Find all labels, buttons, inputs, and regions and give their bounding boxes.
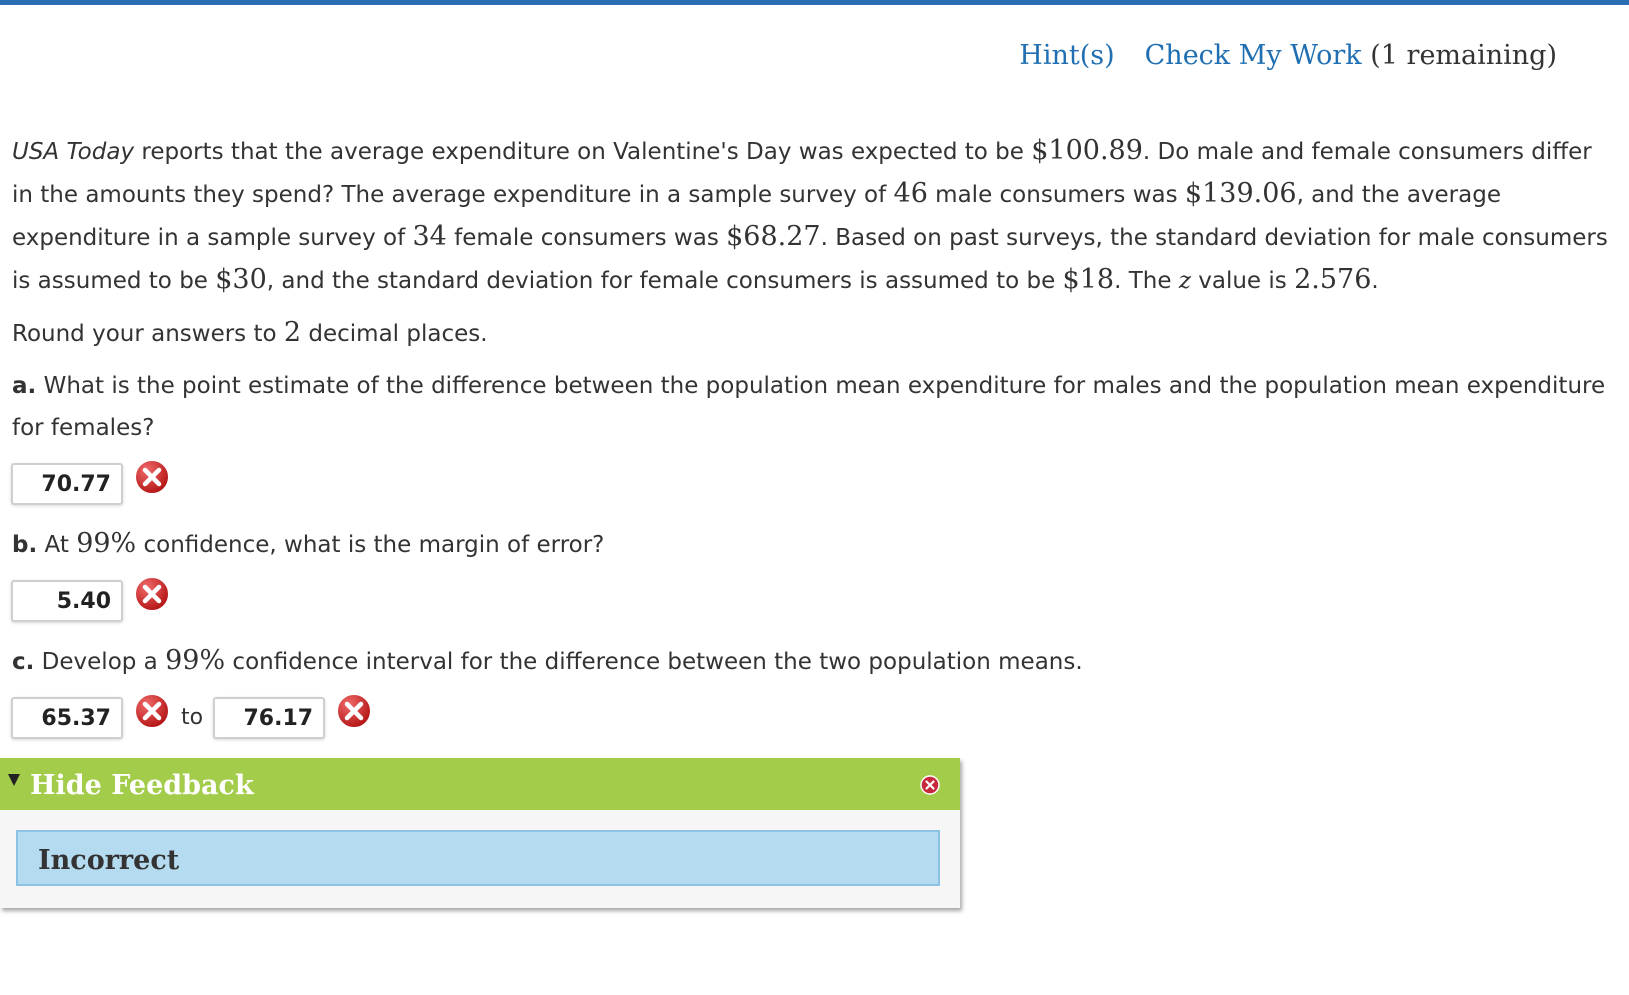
rounding-note: Round your answers to 2 decimal places. — [12, 312, 1617, 355]
question-b-label: b. — [12, 532, 38, 558]
problem-text: , and the standard deviation for female … — [266, 268, 1063, 294]
interval-to-label: to — [181, 705, 204, 730]
question-c: c. Develop a 99% confidence interval for… — [12, 640, 1617, 683]
feedback-message: Incorrect — [38, 845, 180, 876]
answer-a-input[interactable]: 70.77 — [11, 463, 123, 505]
z-value: 2.576 — [1294, 264, 1372, 295]
answer-c-lower-input[interactable]: 65.37 — [11, 697, 123, 739]
question-a: a. What is the point estimate of the dif… — [12, 365, 1617, 449]
problem-text: female consumers was — [446, 225, 727, 251]
answer-row-c: 65.37 to 76.17 — [11, 689, 1617, 747]
answer-c-upper-input[interactable]: 76.17 — [213, 697, 326, 739]
check-my-work-link[interactable]: Check My Work — [1145, 40, 1362, 71]
question-c-text: Develop a — [34, 649, 166, 675]
answer-row-a: 70.77 — [11, 455, 1617, 513]
expected-value: $100.89 — [1031, 135, 1143, 166]
confidence-level: 99% — [76, 528, 137, 559]
feedback-header[interactable]: Hide Feedback — [0, 758, 960, 810]
triangle-down-icon[interactable] — [8, 774, 20, 786]
question-b-text: At — [37, 532, 77, 558]
male-sample-size: 46 — [893, 178, 928, 209]
decimal-places: 2 — [283, 317, 302, 348]
top-border — [0, 0, 1629, 5]
male-mean: $139.06 — [1184, 178, 1297, 209]
female-sample-size: 34 — [412, 221, 447, 252]
problem-text: reports that the average expenditure on … — [134, 139, 1032, 165]
question-b-text: confidence, what is the margin of error? — [136, 532, 605, 558]
hide-feedback-toggle[interactable]: Hide Feedback — [30, 770, 254, 801]
source-name: USA Today — [12, 139, 135, 165]
z-symbol: z — [1178, 268, 1191, 294]
female-mean: $68.27 — [726, 221, 821, 252]
question-content: USA Today reports that the average expen… — [11, 130, 1617, 753]
male-std-dev: $30 — [215, 264, 267, 295]
answer-row-b: 5.40 — [11, 572, 1617, 630]
incorrect-x-icon — [134, 459, 170, 495]
question-c-text: confidence interval for the difference b… — [225, 649, 1083, 675]
question-a-text: What is the point estimate of the differ… — [12, 373, 1606, 441]
incorrect-x-icon — [336, 693, 373, 729]
answer-b-input[interactable]: 5.40 — [11, 580, 123, 622]
incorrect-x-icon — [134, 693, 170, 729]
female-std-dev: $18 — [1062, 264, 1115, 295]
rounding-text: Round your answers to — [12, 321, 284, 347]
incorrect-x-icon — [134, 576, 170, 612]
close-icon[interactable] — [920, 775, 940, 795]
problem-text: . — [1371, 268, 1379, 294]
hints-link[interactable]: Hint(s) — [1019, 40, 1114, 71]
question-c-label: c. — [12, 649, 35, 675]
confidence-level: 99% — [165, 645, 226, 676]
question-a-label: a. — [12, 373, 37, 399]
problem-text: value is — [1190, 268, 1295, 294]
remaining-count: (1 remaining) — [1370, 40, 1557, 71]
problem-text: male consumers was — [927, 182, 1185, 208]
question-b: b. At 99% confidence, what is the margin… — [12, 523, 1617, 566]
feedback-panel: Hide Feedback Incorrect — [0, 758, 960, 908]
problem-statement: USA Today reports that the average expen… — [12, 130, 1617, 302]
header-links: Hint(s) Check My Work (1 remaining) — [1019, 40, 1557, 71]
feedback-message-box: Incorrect — [16, 830, 940, 886]
problem-text: . The — [1114, 268, 1179, 294]
rounding-text: decimal places. — [301, 321, 488, 347]
